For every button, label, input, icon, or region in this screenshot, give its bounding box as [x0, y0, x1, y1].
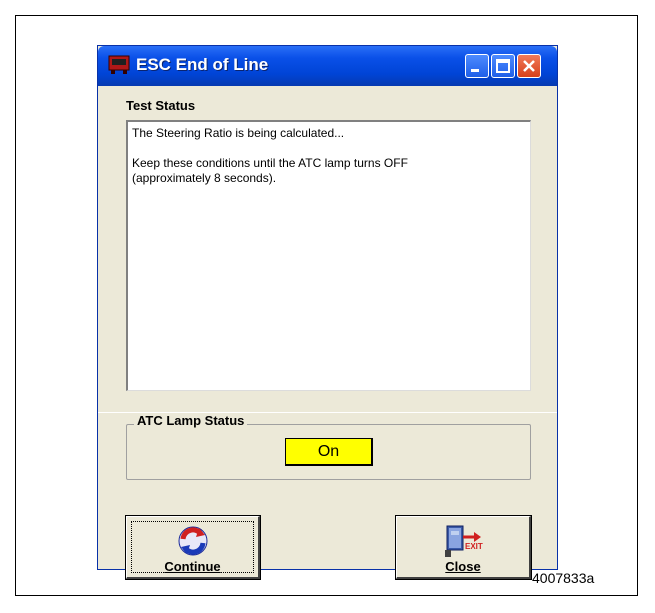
maximize-button[interactable] [491, 54, 515, 78]
close-label: Close [397, 559, 529, 574]
window-title: ESC End of Line [136, 55, 269, 74]
status-line-1: The Steering Ratio is being calculated..… [132, 126, 345, 140]
continue-label: Continue [164, 559, 221, 574]
close-label-text: Close [445, 559, 481, 574]
title-bar[interactable]: ESC End of Line [98, 46, 557, 86]
status-line-2: Keep these conditions until the ATC lamp… [132, 156, 408, 185]
minimize-icon [471, 69, 479, 72]
exit-text: EXIT [465, 542, 483, 551]
refresh-icon [178, 526, 207, 556]
test-status-textbox[interactable]: The Steering Ratio is being calculated..… [126, 120, 531, 391]
atc-lamp-indicator: On [285, 438, 373, 466]
maximize-icon [496, 59, 510, 73]
test-status-label: Test Status [126, 98, 196, 113]
esc-end-of-line-window: ESC End of Line Test Status The Steering… [97, 45, 558, 580]
atc-lamp-status-label: ATC Lamp Status [134, 413, 248, 428]
continue-button[interactable]: Continue [125, 515, 261, 580]
app-icon [108, 55, 130, 74]
close-button[interactable]: EXIT Close [395, 515, 532, 580]
minimize-button[interactable] [465, 54, 489, 78]
figure-reference: 4007833a [532, 570, 595, 586]
close-window-button[interactable] [517, 54, 541, 78]
close-icon [523, 60, 535, 72]
exit-door-icon: EXIT [445, 525, 483, 557]
